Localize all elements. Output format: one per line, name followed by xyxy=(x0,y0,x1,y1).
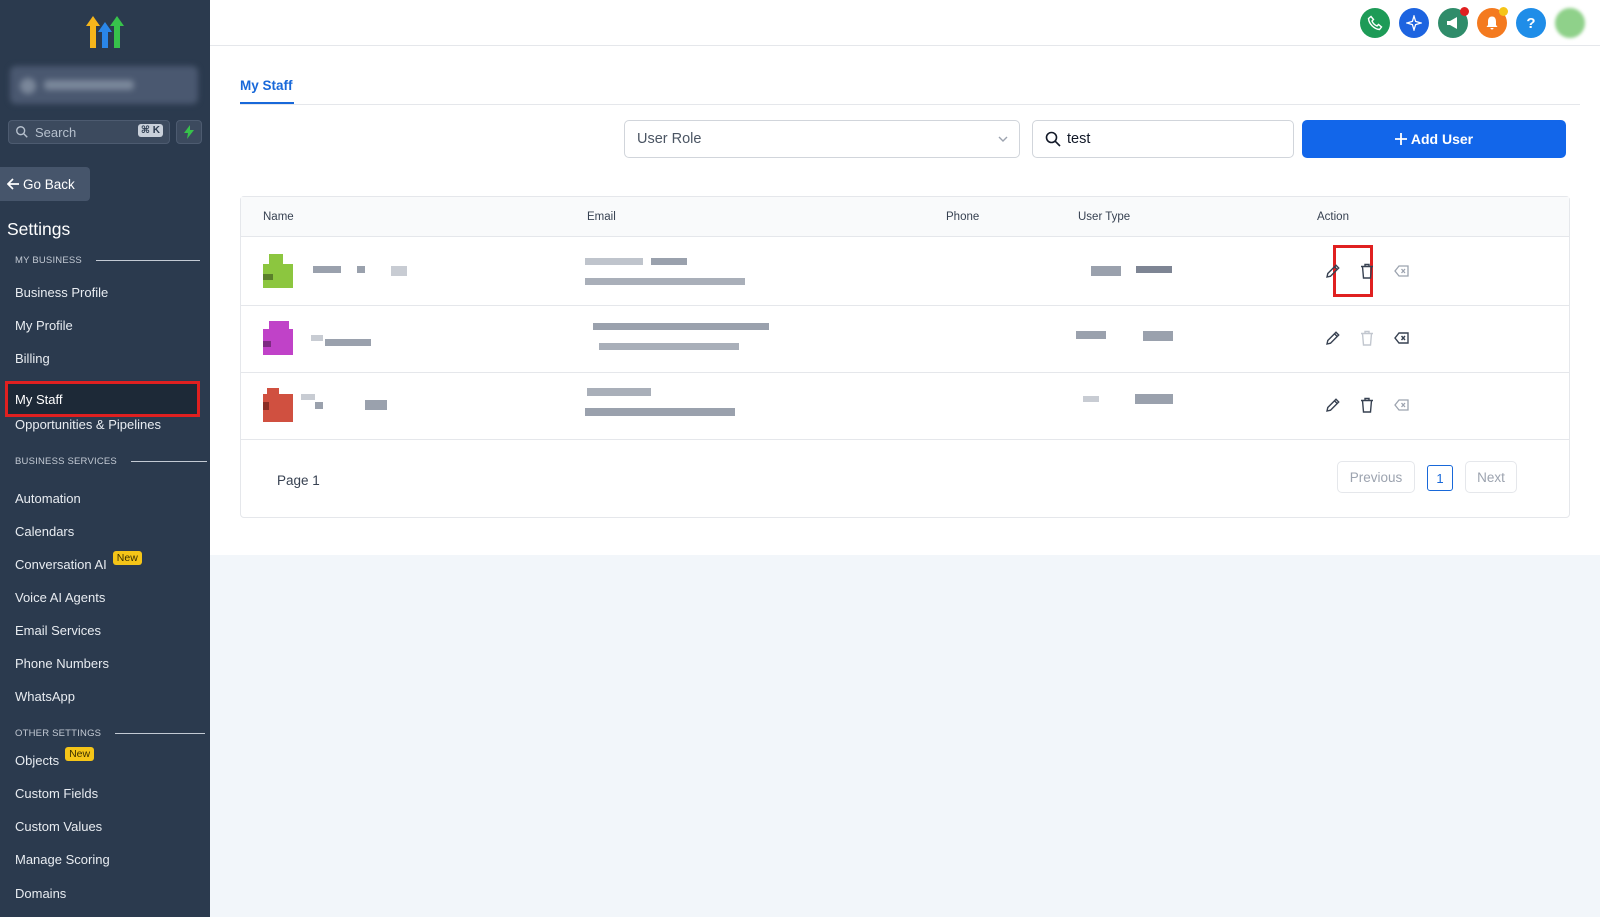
new-badge: New xyxy=(65,746,95,761)
user-role-placeholder: User Role xyxy=(637,131,702,147)
arrow-left-icon xyxy=(7,178,19,190)
sidebar-item-custom-values[interactable]: Custom Values xyxy=(15,819,102,834)
notification-dot xyxy=(1499,7,1508,16)
table-row xyxy=(241,305,1569,373)
search-placeholder: Search xyxy=(35,124,77,140)
column-name[interactable]: Name xyxy=(263,211,294,223)
user-role-select[interactable]: User Role xyxy=(624,120,1020,158)
sidebar-item-calendars[interactable]: Calendars xyxy=(15,524,74,539)
sidebar-item-email-services[interactable]: Email Services xyxy=(15,623,101,638)
sidebar-item-business-profile[interactable]: Business Profile xyxy=(15,285,108,300)
main-panel: My Staff User Role test Add User Name Em… xyxy=(210,46,1600,555)
next-button[interactable]: Next xyxy=(1465,461,1517,493)
tab-my-staff[interactable]: My Staff xyxy=(240,78,293,93)
staff-table: Name Email Phone User Type Action Page 1… xyxy=(240,196,1570,518)
edit-icon[interactable] xyxy=(1324,329,1342,347)
sidebar-item-billing[interactable]: Billing xyxy=(15,351,50,366)
app-logo[interactable] xyxy=(84,14,126,50)
shortcut-badge: ⌘ K xyxy=(137,124,163,137)
sidebar-item-objects[interactable]: Objects New xyxy=(15,746,95,768)
sidebar-item-manage-scoring[interactable]: Manage Scoring xyxy=(15,852,110,867)
quick-action-button[interactable] xyxy=(176,120,202,144)
sidebar-item-opportunities[interactable]: Opportunities & Pipelines xyxy=(15,417,161,432)
sidebar-item-phone-numbers[interactable]: Phone Numbers xyxy=(15,656,109,671)
sidebar-item-label: Objects xyxy=(15,753,60,768)
table-row xyxy=(241,372,1569,440)
help-button[interactable]: ? xyxy=(1516,8,1546,38)
sidebar-item-automation[interactable]: Automation xyxy=(15,491,81,506)
sidebar-item-custom-fields[interactable]: Custom Fields xyxy=(15,786,98,801)
search-icon xyxy=(16,126,28,138)
new-badge: New xyxy=(112,550,142,565)
deactivate-icon[interactable] xyxy=(1393,329,1411,347)
top-bar: ? xyxy=(210,0,1600,46)
add-user-button[interactable]: Add User xyxy=(1302,120,1566,158)
notification-dot xyxy=(1460,7,1469,16)
ai-assist-button[interactable] xyxy=(1399,8,1429,38)
sidebar-item-conversation-ai[interactable]: Conversation AI New xyxy=(15,550,142,572)
sidebar-item-my-staff[interactable]: My Staff xyxy=(5,381,200,417)
sidebar-item-voice-ai-agents[interactable]: Voice AI Agents xyxy=(15,590,105,605)
deactivate-icon[interactable] xyxy=(1393,262,1411,280)
announcements-button[interactable] xyxy=(1438,7,1469,38)
table-row xyxy=(241,238,1569,306)
avatar xyxy=(263,254,293,288)
sidebar-item-domains[interactable]: Domains xyxy=(15,886,66,901)
section-my-business: MY BUSINESS xyxy=(15,255,200,266)
help-icon: ? xyxy=(1526,14,1536,32)
sidebar-item-label: Conversation AI xyxy=(15,557,107,572)
bell-icon xyxy=(1486,16,1498,30)
go-back-label: Go Back xyxy=(23,176,75,192)
avatar xyxy=(263,388,293,422)
column-action: Action xyxy=(1317,211,1349,223)
sidebar: Search ⌘ K Go Back Settings MY BUSINESS … xyxy=(0,0,210,917)
avatar xyxy=(263,321,293,355)
phone-icon xyxy=(1367,15,1383,31)
user-avatar[interactable] xyxy=(1555,8,1585,38)
sparkle-icon xyxy=(1406,15,1422,31)
add-user-label: Add User xyxy=(1410,131,1474,147)
page-number-button[interactable]: 1 xyxy=(1427,465,1453,491)
edit-icon[interactable] xyxy=(1324,262,1342,280)
sidebar-search[interactable]: Search ⌘ K xyxy=(8,120,170,144)
notifications-button[interactable] xyxy=(1477,7,1508,38)
edit-icon[interactable] xyxy=(1324,396,1342,414)
chevron-down-icon xyxy=(998,136,1008,142)
sidebar-item-whatsapp[interactable]: WhatsApp xyxy=(15,689,75,704)
column-user-type[interactable]: User Type xyxy=(1078,211,1130,223)
deactivate-icon[interactable] xyxy=(1393,396,1411,414)
bolt-icon xyxy=(184,125,194,139)
table-header: Name Email Phone User Type Action xyxy=(241,197,1569,237)
section-business-services: BUSINESS SERVICES xyxy=(15,456,207,467)
plus-icon xyxy=(1394,133,1407,145)
delete-icon[interactable] xyxy=(1358,329,1376,347)
column-phone[interactable]: Phone xyxy=(946,211,979,223)
search-icon xyxy=(1045,131,1061,147)
megaphone-icon xyxy=(1447,17,1457,29)
sidebar-item-my-profile[interactable]: My Profile xyxy=(15,318,73,333)
section-other-settings: OTHER SETTINGS xyxy=(15,728,206,739)
previous-button[interactable]: Previous xyxy=(1337,461,1415,493)
column-email[interactable]: Email xyxy=(587,211,616,223)
staff-search-input[interactable]: test xyxy=(1032,120,1294,158)
page-indicator: Page 1 xyxy=(277,473,320,488)
phone-button[interactable] xyxy=(1360,8,1390,38)
go-back-button[interactable]: Go Back xyxy=(0,167,90,201)
account-switcher[interactable] xyxy=(10,66,198,104)
tab-divider xyxy=(240,104,1580,105)
delete-icon[interactable] xyxy=(1358,262,1376,280)
search-value: test xyxy=(1067,131,1091,147)
settings-title: Settings xyxy=(7,219,71,239)
delete-icon[interactable] xyxy=(1358,396,1376,414)
